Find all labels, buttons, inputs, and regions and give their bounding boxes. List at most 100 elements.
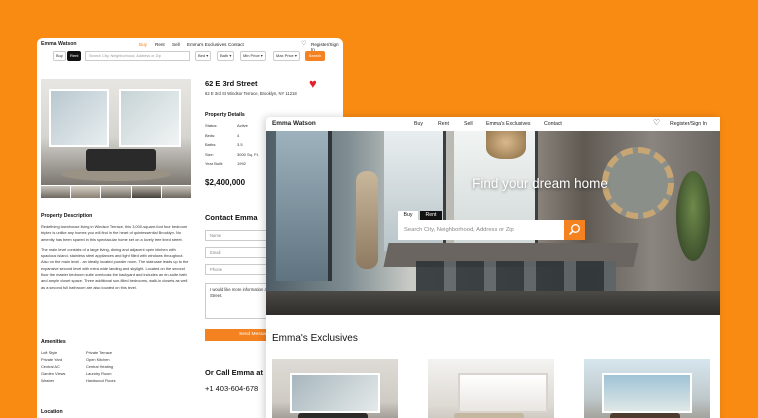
bath-select[interactable]: Bath ▾ (217, 51, 235, 61)
detail-row: Status: Active (205, 123, 259, 133)
listing-card[interactable] (272, 359, 398, 418)
detail-value: 1992 (237, 161, 246, 166)
location-title: Location (41, 409, 63, 415)
thumbnail[interactable] (161, 186, 192, 198)
amenity-item: Loft Style (41, 350, 58, 355)
nav-buy[interactable]: Buy (139, 42, 147, 47)
description-paragraph: The main level consists of a large livin… (41, 246, 189, 290)
nav-buy[interactable]: Buy (414, 121, 423, 127)
listing-street: 62 E 3rd Street (205, 79, 258, 88)
detail-value: 3000 Sq. Ft. (237, 151, 259, 157)
brand-logo[interactable]: Emma Watson (272, 120, 316, 127)
thumbnail[interactable] (41, 186, 71, 198)
detail-value: Active (237, 123, 248, 128)
detail-key: Year Built: (205, 161, 224, 166)
favorites-heart-icon[interactable]: ♡ (301, 40, 306, 47)
detail-key: Beds: (205, 132, 216, 138)
max-price-select[interactable]: Max Price ▾ (273, 51, 300, 61)
search-button[interactable]: Search (305, 51, 325, 61)
listing-card[interactable] (428, 359, 554, 418)
thumbnail[interactable] (101, 186, 131, 198)
main-property-photo[interactable] (41, 79, 191, 185)
card-photo-furniture (454, 413, 524, 418)
homepage-window: Emma Watson Buy Rent Sell Emma's Exclusi… (266, 117, 720, 418)
tab-buy[interactable]: Buy (398, 211, 418, 220)
property-details-list: Status: Active Beds: 4 Baths: 3.5 Size: 3000… (205, 123, 259, 171)
bath-select-label: Bath (220, 53, 229, 58)
property-details-title: Property Details (205, 112, 245, 118)
photo-window (119, 89, 181, 147)
listing-price: $2,400,000 (205, 178, 246, 187)
amenity-item: Garden Views (41, 371, 66, 376)
bed-select-label: Bed (198, 53, 206, 58)
search-input[interactable]: Search City, Neighborhood, Address or Zi… (85, 51, 190, 61)
amenities-title: Amenities (41, 339, 66, 345)
hero-floor (266, 291, 720, 315)
amenity-item: Private Terrace (86, 350, 113, 355)
detail-row: Size: 3000 Sq. Ft. (205, 152, 259, 162)
rent-toggle[interactable]: Rent (67, 51, 82, 61)
search-bar: Buy Rent Search City, Neighborhood, Addr… (37, 51, 343, 65)
detail-row: Baths: 3.5 (205, 142, 259, 152)
search-input[interactable]: Search City, Neighborhood, Address or Zi… (398, 220, 564, 240)
description-title: Property Description (41, 213, 93, 219)
card-photo-furniture (298, 413, 368, 418)
favorites-heart-icon[interactable]: ♡ (653, 118, 660, 127)
nav-sell[interactable]: Sell (464, 121, 473, 127)
chevron-down-icon: ▾ (206, 53, 209, 58)
nav-exclusives[interactable]: Emma's Exclusives (187, 42, 226, 47)
nav-sell[interactable]: Sell (172, 42, 180, 47)
amenity-item: Central AC (41, 364, 60, 369)
register-link[interactable]: Register/Sign In (670, 121, 707, 127)
thumbnail[interactable] (71, 186, 101, 198)
search-button[interactable] (564, 220, 585, 240)
brand-logo[interactable]: Emma Watson (41, 41, 77, 47)
photo-thumbnails (41, 186, 192, 198)
detail-row: Beds: 4 (205, 133, 259, 143)
amenity-item: Open Kitchen (86, 357, 110, 362)
contact-title: Contact Emma (205, 213, 258, 222)
chevron-down-icon: ▾ (229, 53, 232, 58)
phone-number[interactable]: +1 403-604-678 (205, 384, 258, 393)
tab-rent[interactable]: Rent (420, 211, 442, 220)
detail-key: Baths: (205, 142, 217, 147)
bed-select[interactable]: Bed ▾ (195, 51, 212, 61)
min-price-select[interactable]: Min Price ▾ (240, 51, 266, 61)
nav-contact[interactable]: Contact (544, 121, 562, 127)
listing-card[interactable] (584, 359, 710, 418)
hero-lamp (486, 131, 526, 159)
card-photo-furniture (610, 413, 680, 418)
nav-contact[interactable]: Contact (228, 42, 244, 47)
exclusives-title: Emma's Exclusives (272, 333, 358, 344)
description-text: Redefining townhouse living in Windsor T… (41, 224, 191, 295)
description-paragraph: Redefining townhouse living in Windsor T… (41, 224, 188, 242)
detail-value: 4 (237, 132, 240, 138)
amenity-item: Laundry Room (86, 371, 112, 376)
chevron-down-icon: ▾ (294, 53, 297, 58)
top-nav: Emma Watson Buy Rent Sell Emma's Exclusi… (266, 117, 720, 131)
call-title: Or Call Emma at (205, 368, 263, 377)
buy-toggle[interactable]: Buy (53, 51, 66, 61)
favorite-heart-icon[interactable]: ♥ (309, 76, 317, 91)
search-icon (568, 224, 580, 236)
hero-window (276, 131, 332, 281)
chevron-down-icon: ▾ (260, 53, 263, 58)
amenity-item: Central Heating (86, 364, 114, 369)
nav-rent[interactable]: Rent (438, 121, 449, 127)
thumbnail[interactable] (131, 186, 161, 198)
detail-key: Status: (205, 123, 218, 128)
detail-value: 3.5 (237, 142, 243, 147)
card-photo-window (290, 373, 380, 413)
amenity-item: Washer (41, 378, 55, 383)
max-price-label: Max Price (276, 53, 294, 58)
amenities-list: Loft Style Private Terrace Private Yard … (41, 350, 151, 383)
nav-exclusives[interactable]: Emma's Exclusives (486, 121, 531, 127)
amenity-item: Hardwood Floors (86, 378, 116, 383)
hero-banner: Find your dream home Buy Rent Search Cit… (266, 131, 720, 315)
nav-rent[interactable]: Rent (155, 42, 165, 47)
min-price-label: Min Price (243, 53, 260, 58)
detail-key: Size: (205, 151, 214, 157)
photo-sofa (86, 149, 156, 171)
listing-address: 62 E 3rd St Windsor Terrace, Brooklyn, N… (205, 91, 297, 96)
card-photo-window (602, 373, 692, 413)
